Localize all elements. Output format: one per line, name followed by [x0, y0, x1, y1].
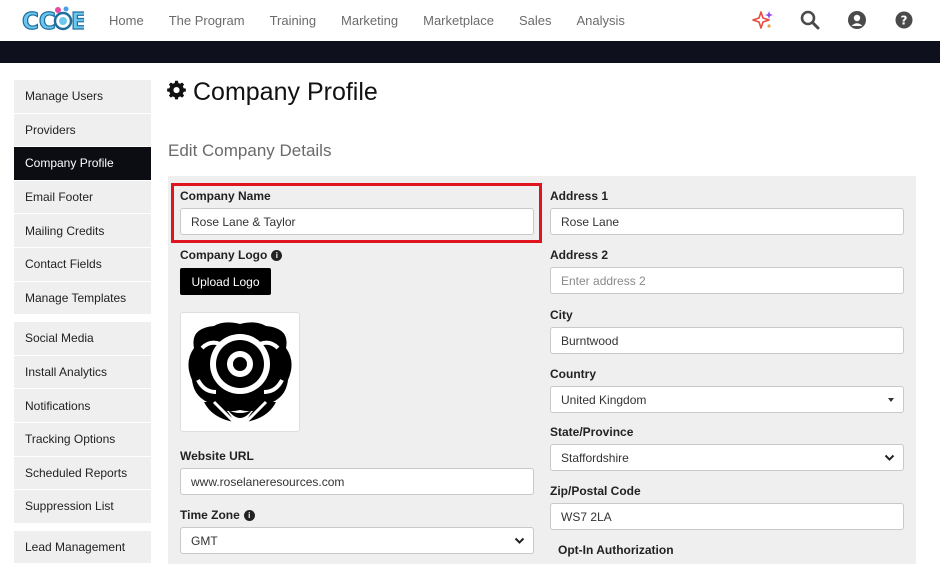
page-heading: Company Profile — [193, 78, 378, 106]
sidebar-group-settings: Social Media Install Analytics Notificat… — [14, 322, 151, 524]
section-subtitle: Edit Company Details — [168, 141, 332, 160]
top-navigation: CC E Home The Program Training Marketing… — [0, 0, 940, 40]
website-url-label-text: Website URL — [180, 449, 254, 463]
city-label: City — [550, 308, 573, 322]
sidebar-item-email-footer[interactable]: Email Footer — [14, 180, 151, 215]
zip-label-text: Zip/Postal Code — [550, 484, 641, 498]
nav-sales[interactable]: Sales — [519, 13, 552, 28]
app-logo[interactable]: CC E — [21, 6, 87, 36]
sidebar-item-mailing-credits[interactable]: Mailing Credits — [14, 214, 151, 248]
info-icon[interactable]: i — [243, 509, 255, 521]
website-url-label: Website URL — [180, 449, 254, 463]
address2-input[interactable]: Enter address 2 — [550, 267, 904, 294]
opt-in-label-text: Opt-In Authorization — [558, 543, 674, 557]
opt-in-label: Opt-In Authorization — [558, 543, 674, 557]
rose-logo-image — [188, 322, 292, 424]
city-label-text: City — [550, 308, 573, 322]
sidebar-item-install-analytics[interactable]: Install Analytics — [14, 355, 151, 390]
sidebar-item-contact-fields[interactable]: Contact Fields — [14, 247, 151, 282]
nav-marketing[interactable]: Marketing — [341, 13, 398, 28]
sidebar-item-notifications[interactable]: Notifications — [14, 389, 151, 423]
settings-sidebar: Manage Users Providers Company Profile E… — [14, 80, 151, 564]
sidebar-item-scheduled-reports[interactable]: Scheduled Reports — [14, 456, 151, 491]
gear-icon — [166, 80, 187, 106]
chevron-down-icon — [884, 454, 895, 461]
company-logo-label-text: Company Logo — [180, 248, 268, 262]
zip-label: Zip/Postal Code — [550, 484, 641, 498]
address1-label-text: Address 1 — [550, 189, 609, 203]
sidebar-group-account: Manage Users Providers Company Profile E… — [14, 80, 151, 316]
main-nav-links: Home The Program Training Marketing Mark… — [109, 0, 650, 40]
nav-marketplace[interactable]: Marketplace — [423, 13, 494, 28]
zip-input[interactable]: WS7 2LA — [550, 503, 904, 530]
nav-icons: ? — [728, 8, 916, 32]
sidebar-item-manage-users[interactable]: Manage Users — [14, 80, 151, 114]
sidebar-item-company-profile[interactable]: Company Profile — [14, 147, 151, 181]
company-logo-preview — [180, 312, 300, 432]
state-label-text: State/Province — [550, 425, 634, 439]
nav-home[interactable]: Home — [109, 13, 144, 28]
address1-label: Address 1 — [550, 189, 608, 203]
state-value: Staffordshire — [561, 450, 629, 465]
address2-label: Address 2 — [550, 248, 608, 262]
caret-down-icon — [888, 398, 894, 402]
upload-logo-button[interactable]: Upload Logo — [180, 268, 271, 295]
country-value: United Kingdom — [561, 392, 647, 407]
sidebar-item-tracking-options[interactable]: Tracking Options — [14, 422, 151, 457]
sparkle-icon[interactable] — [751, 8, 775, 32]
sidebar-item-social-media[interactable]: Social Media — [14, 322, 151, 356]
country-label-text: Country — [550, 367, 596, 381]
time-zone-select[interactable]: GMT — [180, 527, 534, 554]
state-select[interactable]: Staffordshire — [550, 444, 904, 471]
country-label: Country — [550, 367, 596, 381]
nav-the-program[interactable]: The Program — [169, 13, 245, 28]
city-input[interactable]: Burntwood — [550, 327, 904, 354]
svg-text:?: ? — [901, 14, 908, 28]
svg-text:E: E — [71, 9, 84, 34]
sidebar-item-lead-management[interactable]: Lead Management — [14, 530, 151, 564]
user-account-icon[interactable] — [845, 8, 869, 32]
svg-text:CC: CC — [22, 9, 56, 34]
website-url-input[interactable]: www.roselaneresources.com — [180, 468, 534, 495]
time-zone-value: GMT — [191, 533, 218, 548]
nav-analysis[interactable]: Analysis — [576, 13, 624, 28]
info-icon[interactable]: i — [271, 249, 283, 261]
address1-input[interactable]: Rose Lane — [550, 208, 904, 235]
sidebar-item-manage-templates[interactable]: Manage Templates — [14, 281, 151, 316]
country-select[interactable]: United Kingdom — [550, 386, 904, 413]
company-logo-label: Company Logo i — [180, 248, 283, 262]
company-name-highlight — [171, 183, 542, 243]
time-zone-label: Time Zone i — [180, 508, 255, 522]
nav-training[interactable]: Training — [270, 13, 316, 28]
help-icon[interactable]: ? — [892, 8, 916, 32]
address2-label-text: Address 2 — [550, 248, 609, 262]
sidebar-item-suppression-list[interactable]: Suppression List — [14, 490, 151, 524]
time-zone-label-text: Time Zone — [180, 508, 240, 522]
header-bar — [0, 41, 940, 63]
sidebar-group-leads: Lead Management — [14, 530, 151, 564]
page-title: Company Profile — [166, 78, 378, 107]
state-label: State/Province — [550, 425, 633, 439]
search-icon[interactable] — [798, 8, 822, 32]
chevron-down-icon — [514, 537, 525, 544]
sidebar-item-providers[interactable]: Providers — [14, 113, 151, 148]
